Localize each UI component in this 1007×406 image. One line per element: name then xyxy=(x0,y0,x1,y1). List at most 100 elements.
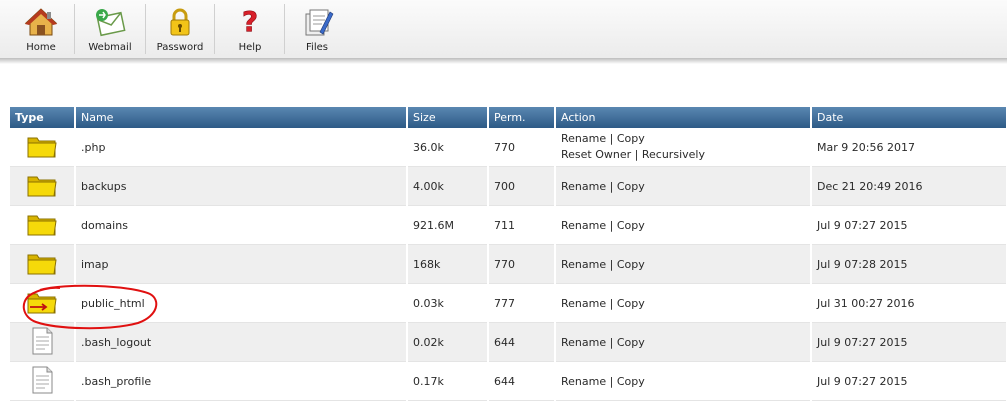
svg-text:?: ? xyxy=(242,6,258,38)
action-separator: | xyxy=(609,218,614,232)
rename-link[interactable]: Rename xyxy=(561,132,606,145)
table-row: backups 4.00k 700 Rename | Copy Dec 21 2… xyxy=(10,166,1007,206)
reset-owner-link[interactable]: Reset Owner xyxy=(561,148,631,161)
action-separator: | xyxy=(609,296,614,310)
file-date: Jul 9 07:28 2015 xyxy=(811,244,1007,284)
table-row: imap 168k 770 Rename | Copy Jul 9 07:28 … xyxy=(10,244,1007,284)
toolbar: Home Webmail Password ? Help Files xyxy=(0,0,1007,60)
column-header-name[interactable]: Name xyxy=(75,107,408,128)
rename-link[interactable]: Rename xyxy=(561,297,606,310)
file-name[interactable]: backups xyxy=(75,166,408,206)
copy-link[interactable]: Copy xyxy=(617,132,645,145)
file-perm[interactable]: 711 xyxy=(488,205,556,245)
column-header-action: Action xyxy=(555,107,812,128)
toolbar-separator xyxy=(284,4,285,54)
folder-icon xyxy=(27,254,57,274)
action-cell: Rename | Copy xyxy=(555,322,812,362)
text-file-icon xyxy=(32,366,53,393)
file-name[interactable]: domains xyxy=(75,205,408,245)
file-size: 36.0k xyxy=(407,128,489,167)
password-button[interactable]: Password xyxy=(150,0,210,58)
action-cell: Rename | Copy xyxy=(555,166,812,206)
toolbar-separator xyxy=(214,4,215,54)
copy-link[interactable]: Copy xyxy=(617,336,645,349)
toolbar-shadow xyxy=(0,58,1007,64)
type-cell[interactable] xyxy=(10,166,76,206)
action-separator: | xyxy=(609,257,614,271)
file-size: 168k xyxy=(407,244,489,284)
help-button[interactable]: ? Help xyxy=(224,0,276,58)
webmail-button[interactable]: Webmail xyxy=(80,0,140,58)
home-button[interactable]: Home xyxy=(14,0,68,58)
type-cell[interactable] xyxy=(10,322,76,362)
rename-link[interactable]: Rename xyxy=(561,336,606,349)
file-name[interactable]: .bash_profile xyxy=(75,361,408,401)
folder-icon xyxy=(27,176,57,196)
column-header-size[interactable]: Size xyxy=(407,107,489,128)
action-separator: | xyxy=(609,132,614,145)
file-date: Mar 9 20:56 2017 xyxy=(811,128,1007,167)
action-separator: | xyxy=(634,148,639,161)
copy-link[interactable]: Copy xyxy=(617,297,645,310)
action-cell: Rename | Copy xyxy=(555,283,812,323)
file-table: Type Name Size Perm. Action Date .php 36… xyxy=(10,107,1007,401)
file-date: Jul 9 07:27 2015 xyxy=(811,322,1007,362)
type-cell[interactable] xyxy=(10,205,76,245)
action-cell: Rename | Copy xyxy=(555,244,812,284)
action-cell: Rename | Copy xyxy=(555,205,812,245)
file-date: Jul 31 00:27 2016 xyxy=(811,283,1007,323)
recursively-link[interactable]: Recursively xyxy=(642,148,705,161)
folder-icon xyxy=(27,137,57,157)
file-date: Dec 21 20:49 2016 xyxy=(811,166,1007,206)
home-icon xyxy=(24,8,58,36)
table-header: Type Name Size Perm. Action Date xyxy=(10,107,1007,128)
rename-link[interactable]: Rename xyxy=(561,219,606,232)
file-name[interactable]: public_html xyxy=(75,283,408,323)
table-row: .php 36.0k 770 Rename | Copy Reset Owner… xyxy=(10,128,1007,167)
column-header-perm[interactable]: Perm. xyxy=(488,107,556,128)
type-cell[interactable] xyxy=(10,283,76,323)
action-cell: Rename | Copy Reset Owner | Recursively xyxy=(555,128,812,167)
file-perm[interactable]: 777 xyxy=(488,283,556,323)
file-size: 0.17k xyxy=(407,361,489,401)
copy-link[interactable]: Copy xyxy=(617,219,645,232)
column-header-type[interactable]: Type xyxy=(10,107,76,128)
copy-link[interactable]: Copy xyxy=(617,180,645,193)
lock-icon xyxy=(170,8,190,36)
files-button[interactable]: Files xyxy=(292,0,342,58)
toolbar-separator xyxy=(74,4,75,54)
rename-link[interactable]: Rename xyxy=(561,375,606,388)
action-separator: | xyxy=(609,335,614,349)
file-name[interactable]: .php xyxy=(75,128,408,167)
file-date: Jul 9 07:27 2015 xyxy=(811,361,1007,401)
file-size: 0.03k xyxy=(407,283,489,323)
file-perm[interactable]: 644 xyxy=(488,361,556,401)
table-row: public_html 0.03k 777 Rename | Copy Jul … xyxy=(10,283,1007,323)
column-header-date[interactable]: Date xyxy=(811,107,1007,128)
toolbar-separator xyxy=(145,4,146,54)
table-row: domains 921.6M 711 Rename | Copy Jul 9 0… xyxy=(10,205,1007,245)
file-perm[interactable]: 770 xyxy=(488,128,556,167)
type-cell[interactable] xyxy=(10,361,76,401)
file-perm[interactable]: 700 xyxy=(488,166,556,206)
type-cell[interactable] xyxy=(10,128,76,167)
file-size: 4.00k xyxy=(407,166,489,206)
action-cell: Rename | Copy xyxy=(555,361,812,401)
text-file-icon xyxy=(32,327,53,354)
type-cell[interactable] xyxy=(10,244,76,284)
rename-link[interactable]: Rename xyxy=(561,180,606,193)
file-name[interactable]: imap xyxy=(75,244,408,284)
action-separator: | xyxy=(609,374,614,388)
file-perm[interactable]: 770 xyxy=(488,244,556,284)
file-name[interactable]: .bash_logout xyxy=(75,322,408,362)
files-icon xyxy=(305,9,334,36)
file-size: 921.6M xyxy=(407,205,489,245)
table-row: .bash_logout 0.02k 644 Rename | Copy Jul… xyxy=(10,322,1007,362)
folder-link-icon xyxy=(27,293,57,313)
action-separator: | xyxy=(609,179,614,193)
copy-link[interactable]: Copy xyxy=(617,375,645,388)
copy-link[interactable]: Copy xyxy=(617,258,645,271)
rename-link[interactable]: Rename xyxy=(561,258,606,271)
folder-icon xyxy=(27,215,57,235)
file-perm[interactable]: 644 xyxy=(488,322,556,362)
